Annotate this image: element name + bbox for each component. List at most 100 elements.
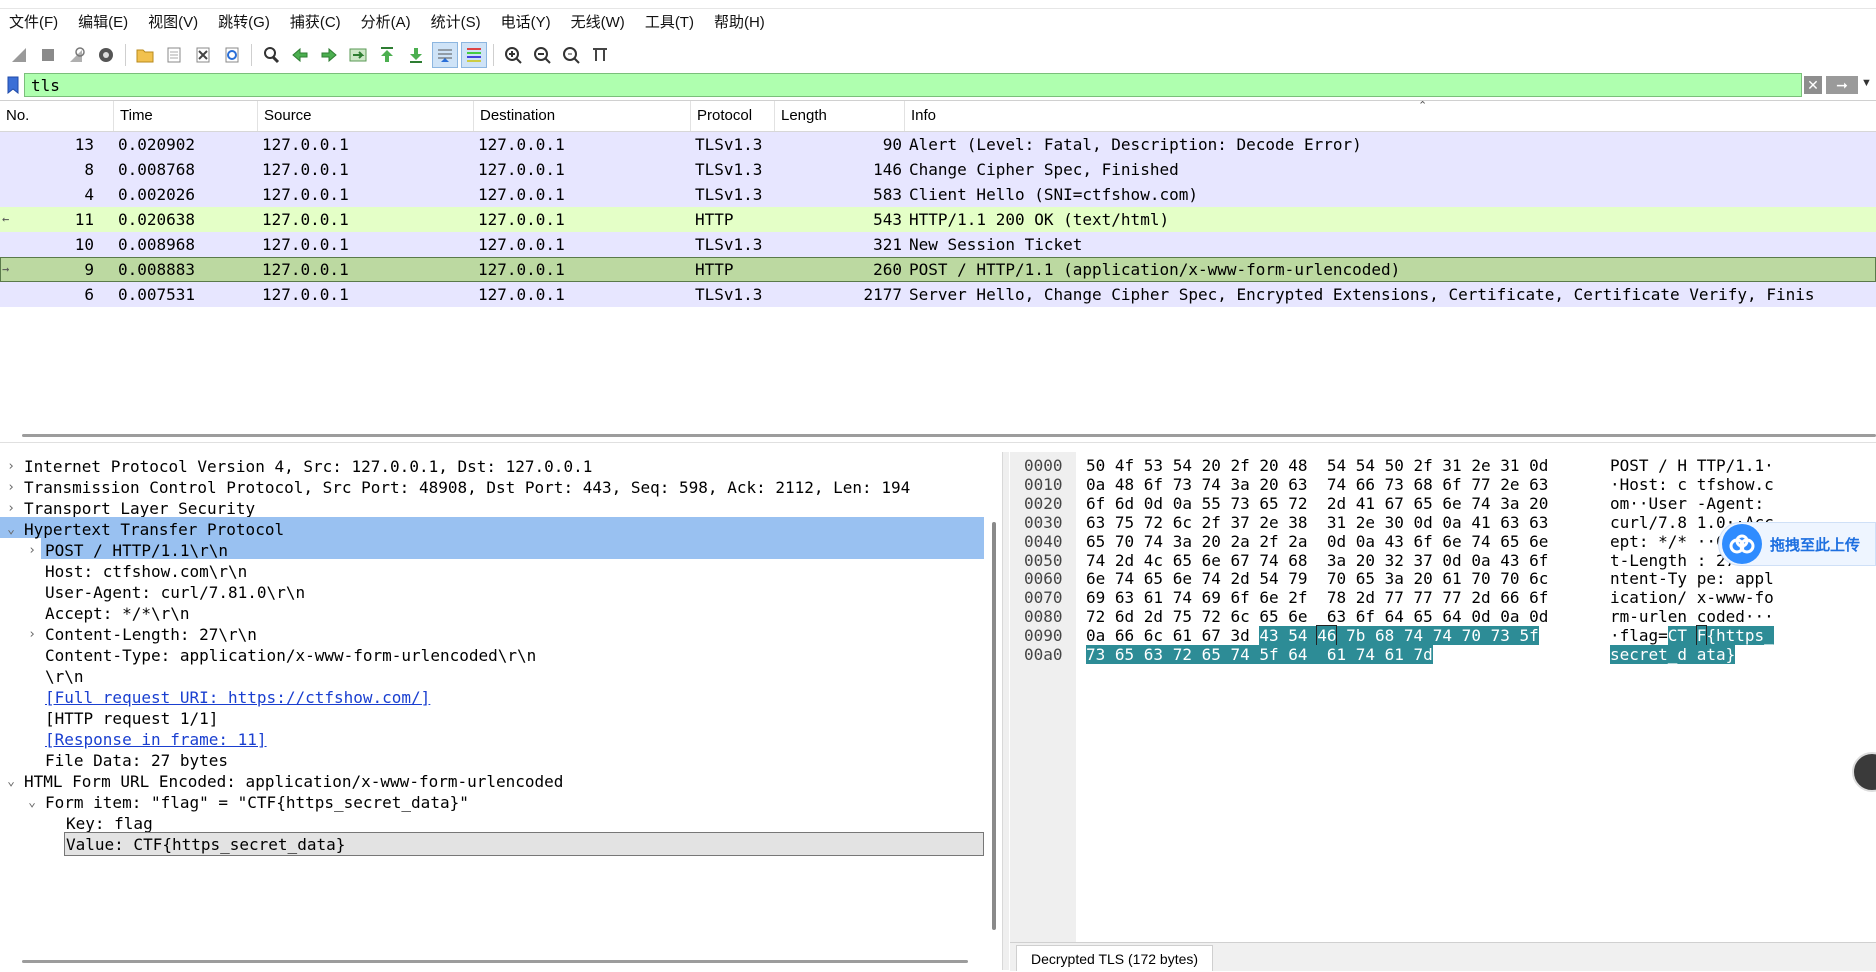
first-packet-icon[interactable] — [374, 42, 400, 68]
packet-protocol: TLSv1.3 — [695, 135, 763, 154]
go-to-packet-icon[interactable] — [345, 42, 371, 68]
packet-info: Server Hello, Change Cipher Spec, Encryp… — [909, 285, 1815, 304]
go-back-icon[interactable] — [287, 42, 313, 68]
details-bytes-splitter[interactable] — [1002, 452, 1009, 970]
packet-length: 260 — [873, 260, 902, 279]
packet-time: 0.008768 — [118, 160, 196, 179]
packet-source: 127.0.0.1 — [262, 185, 349, 204]
packet-row[interactable]: 10 0.008968 127.0.0.1 127.0.0.1 TLSv1.3 321 Ne… — [0, 232, 1876, 257]
packet-destination: 127.0.0.1 — [478, 235, 565, 254]
packet-no: 10 — [74, 235, 94, 254]
menu-item-3[interactable]: 跳转(G) — [208, 10, 280, 36]
packet-no: 11 — [74, 210, 94, 229]
packet-protocol: TLSv1.3 — [695, 235, 763, 254]
packet-list-pane: No. Time Source Destination Protocol Len… — [0, 100, 1876, 437]
packet-list-horizontal-scrollbar[interactable] — [22, 434, 1876, 437]
packet-length: 2177 — [863, 285, 902, 304]
packet-destination: 127.0.0.1 — [478, 260, 565, 279]
packet-protocol: TLSv1.3 — [695, 185, 763, 204]
bytes-ascii: secret_d ata} — [1610, 643, 1736, 666]
zoom-out-icon[interactable] — [529, 42, 555, 68]
tab-decrypted-tls[interactable]: Decrypted TLS (172 bytes) — [1016, 945, 1214, 971]
capture-options-icon[interactable] — [93, 42, 119, 68]
menu-item-9[interactable]: 工具(T) — [635, 10, 704, 36]
find-packet-icon[interactable] — [258, 42, 284, 68]
menu-item-7[interactable]: 电话(Y) — [491, 10, 561, 36]
packet-row[interactable]: 6 0.007531 127.0.0.1 127.0.0.1 TLSv1.3 2177 Se… — [0, 282, 1876, 307]
packet-row[interactable]: 8 0.008768 127.0.0.1 127.0.0.1 TLSv1.3 146 Cha… — [0, 157, 1876, 182]
packet-time: 0.007531 — [118, 285, 196, 304]
packet-length: 321 — [873, 235, 902, 254]
column-header-destination[interactable]: Destination — [474, 101, 691, 131]
autoscroll-icon[interactable] — [432, 42, 458, 68]
reload-file-icon[interactable] — [219, 42, 245, 68]
packet-destination: 127.0.0.1 — [478, 285, 565, 304]
packet-time: 0.002026 — [118, 185, 196, 204]
packet-time: 0.008968 — [118, 235, 196, 254]
column-header-time[interactable]: Time — [114, 101, 258, 131]
column-header-info[interactable]: Info — [905, 101, 1876, 131]
packet-row[interactable]: 13 0.020902 127.0.0.1 127.0.0.1 TLSv1.3 90 Ale… — [0, 132, 1876, 157]
clear-filter-icon[interactable]: ✕ — [1804, 76, 1822, 94]
packet-list-rows: 13 0.020902 127.0.0.1 127.0.0.1 TLSv1.3 90 Ale… — [0, 132, 1876, 307]
packet-info: POST / HTTP/1.1 (application/x-www-form-… — [909, 260, 1401, 279]
start-capture-icon[interactable] — [6, 42, 32, 68]
display-filter-bar: ✕ ➞ ▼ — [0, 72, 1876, 98]
colorize-icon[interactable] — [461, 42, 487, 68]
packet-source: 127.0.0.1 — [262, 260, 349, 279]
packet-length: 90 — [882, 135, 902, 154]
packet-row[interactable]: → 9 0.008883 127.0.0.1 127.0.0.1 HTTP 260 POST … — [0, 257, 1876, 282]
menu-item-6[interactable]: 统计(S) — [421, 10, 491, 36]
upload-drop-widget[interactable]: 拖拽至此上传 — [1718, 522, 1876, 566]
apply-filter-icon[interactable]: ➞ — [1826, 76, 1858, 94]
stop-capture-icon[interactable] — [35, 42, 61, 68]
packet-info: Alert (Level: Fatal, Description: Decode… — [909, 135, 1362, 154]
packet-no: 4 — [84, 185, 94, 204]
packet-row[interactable]: 4 0.002026 127.0.0.1 127.0.0.1 TLSv1.3 583 Cli… — [0, 182, 1876, 207]
menu-item-4[interactable]: 捕获(C) — [280, 10, 351, 36]
packet-destination: 127.0.0.1 — [478, 185, 565, 204]
menu-item-0[interactable]: 文件(F) — [0, 10, 68, 36]
main-toolbar — [0, 38, 1876, 72]
bytes-hex: 73 65 63 72 65 74 5f 64 61 74 61 7d — [1086, 643, 1433, 666]
filter-history-dropdown-icon[interactable]: ▼ — [1861, 77, 1872, 89]
menu-item-1[interactable]: 编辑(E) — [68, 10, 138, 36]
packet-length: 146 — [873, 160, 902, 179]
zoom-in-icon[interactable] — [500, 42, 526, 68]
packet-source: 127.0.0.1 — [262, 135, 349, 154]
bytes-offset: 00a0 — [1024, 645, 1063, 664]
packet-protocol: TLSv1.3 — [695, 285, 763, 304]
save-file-icon[interactable] — [161, 42, 187, 68]
resize-columns-icon[interactable] — [587, 42, 613, 68]
close-file-icon[interactable] — [190, 42, 216, 68]
menu-item-5[interactable]: 分析(A) — [351, 10, 421, 36]
packet-destination: 127.0.0.1 — [478, 160, 565, 179]
menu-item-2[interactable]: 视图(V) — [138, 10, 208, 36]
open-file-icon[interactable] — [132, 42, 158, 68]
normal-size-icon[interactable] — [558, 42, 584, 68]
window-title-bar — [0, 0, 1876, 9]
display-filter-input[interactable] — [24, 73, 1802, 97]
column-header-protocol[interactable]: Protocol — [691, 101, 775, 131]
column-header-no[interactable]: No. — [0, 101, 114, 131]
related-packet-indicator: ← — [2, 212, 10, 226]
details-horizontal-scrollbar[interactable] — [22, 960, 968, 963]
packet-protocol: HTTP — [695, 210, 734, 229]
packet-time: 0.020902 — [118, 135, 196, 154]
packet-row[interactable]: ← 11 0.020638 127.0.0.1 127.0.0.1 HTTP 543 HTTP… — [0, 207, 1876, 232]
packet-info: Client Hello (SNI=ctfshow.com) — [909, 185, 1198, 204]
detail-line[interactable]: Value: CTF{https_secret_data} — [0, 832, 984, 857]
packet-no: 9 — [84, 260, 94, 279]
last-packet-icon[interactable] — [403, 42, 429, 68]
related-packet-indicator — [0, 132, 28, 157]
bytes-tab-bar: Decrypted TLS (172 bytes) — [1010, 942, 1876, 971]
filter-bookmark-icon[interactable] — [3, 74, 23, 96]
column-header-source[interactable]: Source — [258, 101, 474, 131]
menu-item-8[interactable]: 无线(W) — [561, 10, 635, 36]
menu-item-10[interactable]: 帮助(H) — [704, 10, 775, 36]
column-header-length[interactable]: Length — [775, 101, 905, 131]
details-vertical-scrollbar[interactable] — [992, 522, 996, 930]
packet-length: 543 — [873, 210, 902, 229]
go-forward-icon[interactable] — [316, 42, 342, 68]
restart-capture-icon[interactable] — [64, 42, 90, 68]
